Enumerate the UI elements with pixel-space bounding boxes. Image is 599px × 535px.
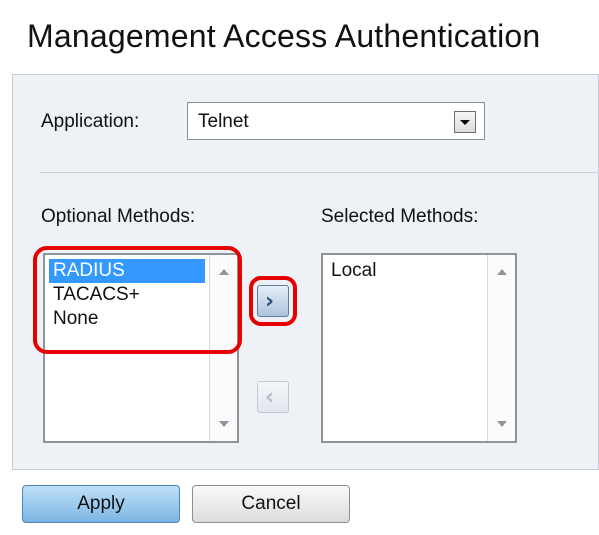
scroll-down-icon[interactable]: [219, 421, 229, 427]
annotation-highlight-optional: [33, 246, 242, 354]
cancel-button[interactable]: Cancel: [192, 485, 350, 523]
apply-button[interactable]: Apply: [22, 485, 180, 523]
annotation-highlight-move-button: [249, 276, 297, 326]
list-item-local[interactable]: Local: [327, 259, 483, 283]
selected-methods-list[interactable]: Local: [321, 253, 517, 443]
application-select-value: Telnet: [198, 111, 249, 132]
move-left-button[interactable]: ‹: [257, 381, 289, 413]
selected-list-scrollbar[interactable]: [487, 255, 515, 441]
divider: [40, 172, 599, 173]
selected-methods-label: Selected Methods:: [321, 206, 479, 227]
scroll-down-icon[interactable]: [497, 421, 507, 427]
scroll-up-icon[interactable]: [497, 269, 507, 275]
chevron-down-icon[interactable]: [454, 111, 476, 133]
chevron-left-icon: ‹: [265, 385, 275, 410]
application-label: Application:: [41, 111, 140, 132]
optional-methods-label: Optional Methods:: [41, 206, 196, 227]
page-title: Management Access Authentication: [27, 18, 541, 54]
application-select[interactable]: Telnet: [187, 102, 485, 140]
